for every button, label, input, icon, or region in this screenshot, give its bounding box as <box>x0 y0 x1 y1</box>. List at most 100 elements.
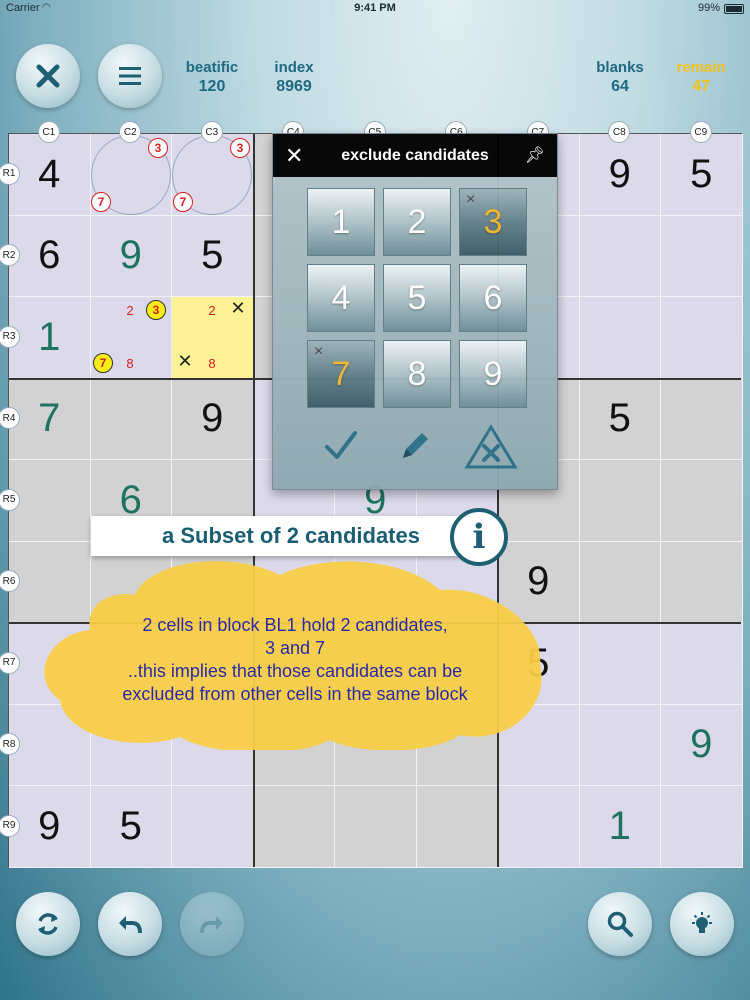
cell-r2c9[interactable] <box>661 215 743 297</box>
menu-button[interactable] <box>98 44 162 108</box>
candidate-key-6[interactable]: 6 <box>459 264 527 332</box>
key-label: 6 <box>483 278 503 317</box>
key-label: 5 <box>407 278 427 317</box>
hint-button[interactable] <box>670 892 734 956</box>
candidate-mark: 2 <box>208 302 216 318</box>
stat-remain: remain 47 <box>668 58 734 96</box>
cell-r9c5[interactable] <box>335 786 417 868</box>
info-button[interactable]: i <box>450 508 508 566</box>
stat-index: index 8969 <box>262 58 326 96</box>
cell-r2c2[interactable]: 9 <box>90 215 172 297</box>
cell-value: 1 <box>608 803 631 848</box>
excluded-mark-icon: × <box>314 343 324 360</box>
candidate-key-5[interactable]: 5 <box>383 264 451 332</box>
cell-r1c9[interactable]: 5 <box>661 134 743 216</box>
cell-r9c6[interactable] <box>416 786 498 868</box>
candidate-mark: 7 <box>173 192 193 212</box>
panel-title: exclude candidates <box>341 147 489 164</box>
cell-r6c9[interactable] <box>661 541 743 623</box>
candidate-mark: 8 <box>208 355 216 371</box>
cell-value: 7 <box>38 396 61 441</box>
stat-value: 47 <box>692 78 710 95</box>
cell-r3c1[interactable]: 1 <box>9 297 91 379</box>
candidate-key-1[interactable]: 1 <box>307 188 375 256</box>
cell-r9c8[interactable]: 1 <box>579 786 661 868</box>
key-label: 8 <box>407 354 427 393</box>
redo-icon <box>200 916 223 934</box>
cell-r3c8[interactable] <box>579 297 661 379</box>
stat-value: 64 <box>611 78 629 95</box>
candidate-key-4[interactable]: 4 <box>307 264 375 332</box>
cell-value: 9 <box>119 233 142 278</box>
cell-r8c8[interactable] <box>579 704 661 786</box>
battery-icon <box>724 4 744 14</box>
cell-r1c1[interactable]: 4 <box>9 134 91 216</box>
candidate-key-3[interactable]: 3 × <box>459 188 527 256</box>
exclusion-x-icon: ✕ <box>177 350 193 371</box>
cell-r9c1[interactable]: 9 <box>9 786 91 868</box>
candidate-key-8[interactable]: 8 <box>383 340 451 408</box>
candidate-mark: 3 <box>146 300 166 320</box>
confirm-button[interactable] <box>321 426 361 466</box>
stat-label: index <box>274 59 314 76</box>
cell-r7c9[interactable] <box>661 623 743 705</box>
exclude-candidates-panel: ✕ exclude candidates 📌︎ 1 2 3 × 4 5 6 7 × 8 9 <box>272 133 558 490</box>
row-label: R1 <box>0 162 20 185</box>
candidate-key-9[interactable]: 9 <box>459 340 527 408</box>
hint-line: ..this implies that those candidates can… <box>127 661 463 681</box>
cell-r4c8[interactable]: 5 <box>579 378 661 460</box>
cell-value: 5 <box>119 803 142 848</box>
pencil-button[interactable] <box>395 426 435 466</box>
redo-button[interactable] <box>180 892 244 956</box>
restart-button[interactable] <box>16 892 80 956</box>
cell-value: 6 <box>38 233 61 278</box>
key-label: 9 <box>483 354 503 393</box>
exclude-all-button[interactable] <box>463 424 519 470</box>
cell-r4c2[interactable] <box>90 378 172 460</box>
lightbulb-icon <box>692 912 712 933</box>
cell-r3c9[interactable] <box>661 297 743 379</box>
cell-r5c9[interactable] <box>661 460 743 542</box>
hint-line: 3 and 7 <box>264 638 326 658</box>
row-label: R7 <box>0 651 20 674</box>
cell-r9c7[interactable] <box>498 786 580 868</box>
warning-x-icon <box>464 424 518 469</box>
stat-value: 120 <box>198 78 226 95</box>
cell-r9c9[interactable] <box>661 786 743 868</box>
column-label: C3 <box>200 121 223 143</box>
cell-r9c4[interactable] <box>253 786 335 868</box>
cell-r7c8[interactable] <box>579 623 661 705</box>
column-label: C9 <box>689 121 712 143</box>
hint-text: 2 cells in block BL1 hold 2 candidates, … <box>60 614 530 706</box>
block-divider <box>252 134 255 867</box>
battery-percent: 99% <box>697 2 720 14</box>
close-icon <box>36 64 60 88</box>
cell-r9c3[interactable] <box>172 786 254 868</box>
cell-r8c9[interactable]: 9 <box>661 704 743 786</box>
cell-r6c8[interactable] <box>579 541 661 623</box>
cell-r4c3[interactable]: 9 <box>172 378 254 460</box>
cell-r4c9[interactable] <box>661 378 743 460</box>
cell-r5c1[interactable] <box>9 460 91 542</box>
hint-line: excluded from other cells in the same bl… <box>122 684 468 704</box>
row-label: R5 <box>0 488 20 511</box>
search-button[interactable] <box>588 892 652 956</box>
pin-icon[interactable]: 📌︎ <box>525 145 545 165</box>
candidate-mark: 7 <box>93 353 113 373</box>
cell-r5c8[interactable] <box>579 460 661 542</box>
column-label: C1 <box>37 121 60 143</box>
cell-r2c1[interactable]: 6 <box>9 215 91 297</box>
cell-r2c8[interactable] <box>579 215 661 297</box>
cell-value: 9 <box>690 722 713 767</box>
cell-r4c1[interactable]: 7 <box>9 378 91 460</box>
candidate-mark: 3 <box>148 138 168 158</box>
cell-r1c8[interactable]: 9 <box>579 134 661 216</box>
undo-button[interactable] <box>98 892 162 956</box>
candidate-key-2[interactable]: 2 <box>383 188 451 256</box>
cell-r2c3[interactable]: 5 <box>172 215 254 297</box>
cell-r9c2[interactable]: 5 <box>90 786 172 868</box>
candidate-key-7[interactable]: 7 × <box>307 340 375 408</box>
close-button[interactable] <box>16 44 80 108</box>
checkmark-icon <box>325 431 357 459</box>
row-label: R9 <box>0 814 20 837</box>
